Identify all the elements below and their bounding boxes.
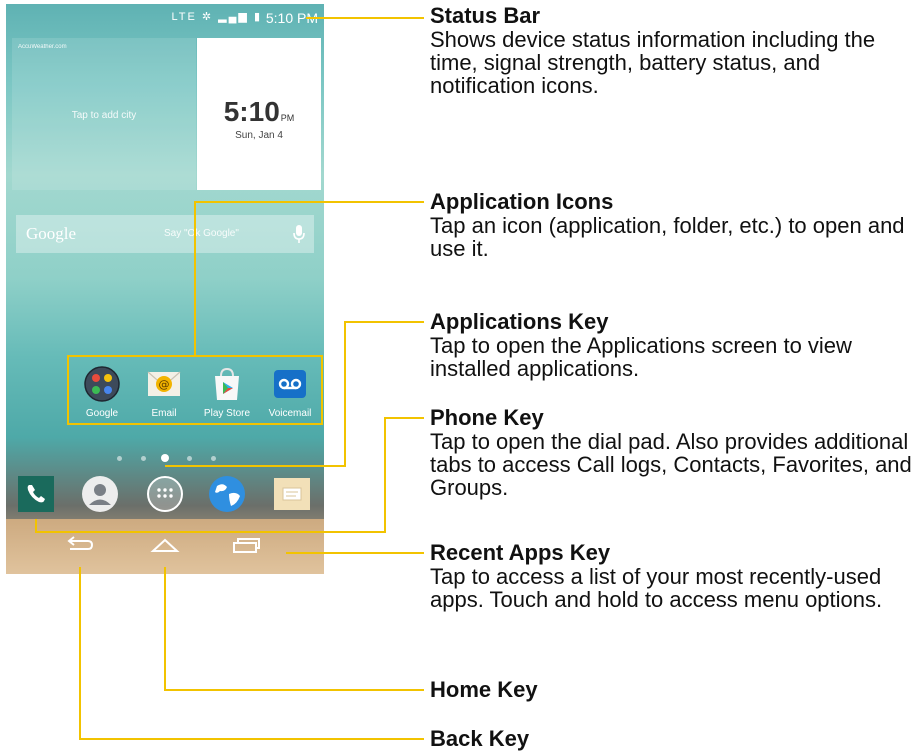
callout-description: Tap to open the dial pad. Also provides … bbox=[430, 429, 912, 500]
callout-status-bar: Status Bar Shows device status informati… bbox=[430, 3, 918, 98]
application-icons-highlight bbox=[67, 355, 323, 425]
application-icons-leader bbox=[194, 201, 424, 356]
callout-description: Tap an icon (application, folder, etc.) … bbox=[430, 213, 905, 261]
callout-title: Home Key bbox=[430, 677, 538, 702]
callout-recent-apps-key: Recent Apps Key Tap to access a list of … bbox=[430, 540, 918, 612]
callout-description: Tap to open the Applications screen to v… bbox=[430, 333, 852, 381]
callout-title: Recent Apps Key bbox=[430, 540, 611, 565]
callout-title: Phone Key bbox=[430, 405, 544, 430]
callout-title: Application Icons bbox=[430, 189, 614, 214]
callout-description: Shows device status information includin… bbox=[430, 27, 876, 98]
callout-application-icons: Application Icons Tap an icon (applicati… bbox=[430, 189, 918, 261]
callout-title: Applications Key bbox=[430, 309, 609, 334]
callout-description: Tap to access a list of your most recent… bbox=[430, 564, 883, 612]
callout-phone-key: Phone Key Tap to open the dial pad. Also… bbox=[430, 405, 918, 500]
phone-key-leader bbox=[35, 417, 424, 533]
home-key-leader bbox=[164, 567, 424, 691]
callout-applications-key: Applications Key Tap to open the Applica… bbox=[430, 309, 918, 381]
callout-home-key: Home Key bbox=[430, 678, 918, 702]
callout-back-key: Back Key bbox=[430, 727, 918, 751]
back-key-leader bbox=[79, 567, 424, 740]
callout-title: Back Key bbox=[430, 726, 530, 751]
callout-title: Status Bar bbox=[430, 3, 541, 28]
